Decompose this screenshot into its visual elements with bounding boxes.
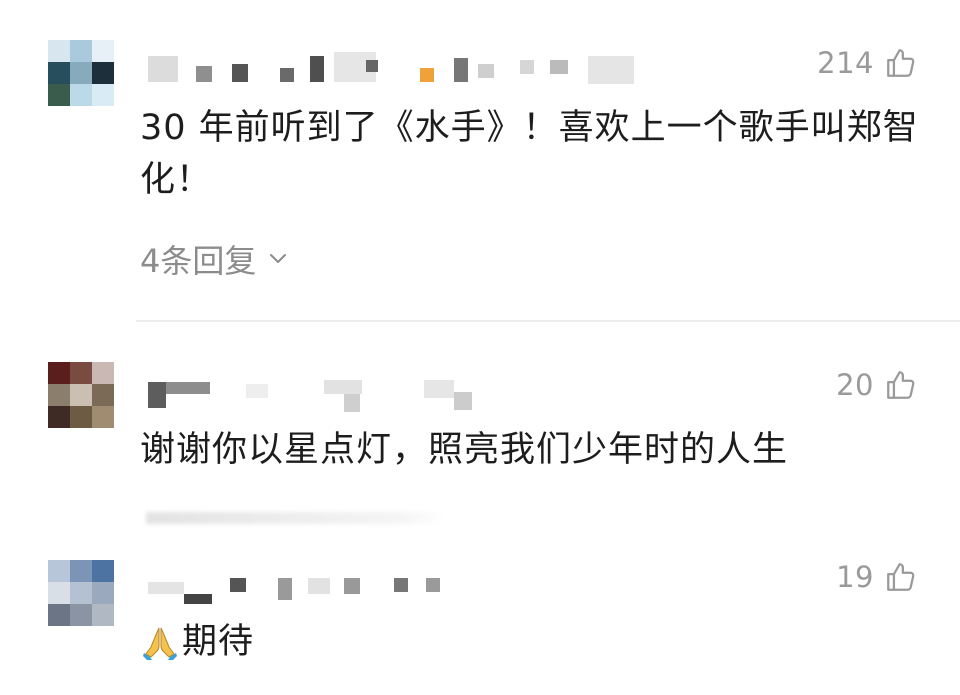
comment-item: 214 30 年前听到了《水手》！喜欢上一个歌手叫郑智化！ 4条回复	[0, 0, 960, 320]
avatar[interactable]	[48, 40, 114, 106]
thumbs-up-icon	[887, 563, 915, 591]
comment-text: 期待	[140, 616, 930, 668]
thumbs-up-icon	[887, 371, 915, 399]
like-count: 214	[817, 46, 874, 80]
like-count: 20	[836, 368, 874, 402]
username-blurred[interactable]	[148, 52, 648, 86]
comment-text: 谢谢你以星点灯，照亮我们少年时的人生	[140, 430, 789, 470]
avatar[interactable]	[48, 362, 114, 428]
thumbs-up-icon	[887, 49, 915, 77]
chevron-down-icon	[270, 254, 287, 263]
comment-text-content: 期待	[182, 622, 255, 662]
folded-hands-emoji	[143, 627, 177, 660]
username-blurred[interactable]	[148, 374, 508, 412]
like-button[interactable]: 19	[836, 560, 918, 594]
username-blurred[interactable]	[148, 572, 448, 606]
comment-item: 20 谢谢你以星点灯，照亮我们少年时的人生	[0, 322, 960, 512]
like-button[interactable]: 214	[817, 46, 918, 80]
view-replies-button[interactable]: 4条回复	[140, 236, 288, 282]
like-count: 19	[836, 560, 874, 594]
comment-text: 30 年前听到了《水手》！喜欢上一个歌手叫郑智化！	[140, 108, 919, 200]
like-button[interactable]: 20	[836, 368, 918, 402]
replies-label: 4条回复	[140, 242, 257, 280]
avatar[interactable]	[48, 560, 114, 626]
comment-item: 19 期待	[0, 520, 960, 695]
